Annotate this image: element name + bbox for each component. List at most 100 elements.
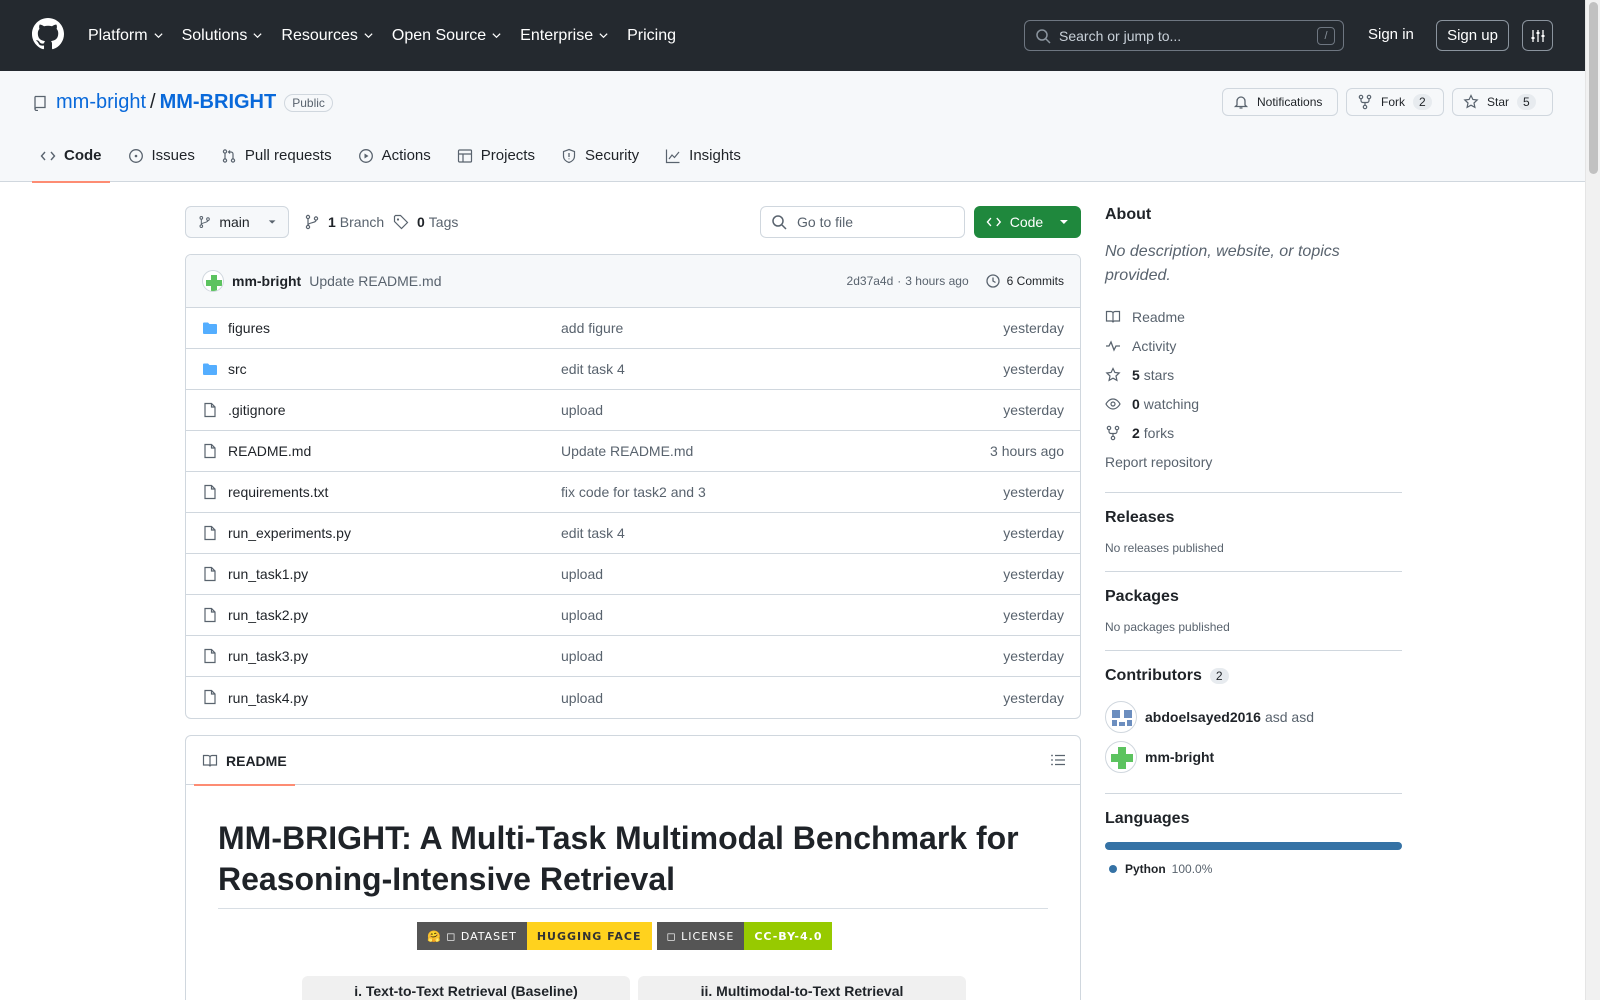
file-commit-message-link[interactable]: upload — [561, 607, 603, 623]
sign-in-link[interactable]: Sign in — [1368, 26, 1414, 43]
fork-button[interactable]: Fork 2 — [1346, 88, 1444, 116]
contributors-heading[interactable]: Contributors 2 — [1105, 667, 1402, 685]
commit-meta: 2d37a4d · 3 hours ago 6 Commits — [847, 273, 1064, 289]
github-logo-icon[interactable] — [32, 18, 64, 50]
go-to-file-input[interactable]: Go to file — [760, 206, 965, 238]
license-badge-value: CC-BY-4.0 — [744, 922, 833, 950]
commit-hash-link[interactable]: 2d37a4d — [847, 274, 894, 288]
file-name-link[interactable]: figures — [228, 320, 270, 336]
file-commit-time: yesterday — [1003, 566, 1064, 582]
file-row[interactable]: run_experiments.py edit task 4 yesterday — [186, 513, 1080, 554]
sign-up-button[interactable]: Sign up — [1436, 20, 1509, 51]
file-commit-message-link[interactable]: Update README.md — [561, 443, 693, 459]
releases-heading[interactable]: Releases — [1105, 509, 1402, 527]
tab-insights[interactable]: Insights — [657, 129, 749, 182]
file-commit-message-link[interactable]: edit task 4 — [561, 361, 625, 377]
nav-pricing[interactable]: Pricing — [627, 27, 676, 45]
tab-actions[interactable]: Actions — [350, 129, 439, 182]
file-row[interactable]: run_task1.py upload yesterday — [186, 554, 1080, 595]
file-row[interactable]: requirements.txt fix code for task2 and 3… — [186, 472, 1080, 513]
tab-security-label: Security — [584, 147, 640, 164]
list-icon[interactable] — [1050, 752, 1066, 768]
dataset-badge[interactable]: 🤗 ◻ DATASET HUGGING FACE — [417, 922, 652, 950]
tags-link[interactable]: 0 Tags — [393, 214, 458, 230]
readme-link[interactable]: Readme — [1105, 302, 1402, 331]
branches-link[interactable]: 1 Branch — [304, 214, 384, 230]
file-name-link[interactable]: src — [228, 361, 247, 377]
file-commit-message-link[interactable]: upload — [561, 648, 603, 664]
tab-code[interactable]: Code — [32, 129, 110, 183]
watching-link[interactable]: 0 watching — [1105, 389, 1402, 418]
file-commit-message-link[interactable]: add figure — [561, 320, 623, 336]
readme-header: README — [186, 736, 1080, 786]
commit-author-link[interactable]: mm-bright — [232, 273, 301, 289]
file-name-link[interactable]: run_task4.py — [228, 690, 308, 706]
search-icon — [1036, 28, 1051, 44]
file-name-link[interactable]: README.md — [228, 443, 311, 459]
avatar[interactable] — [1105, 741, 1137, 773]
file-row[interactable]: figures add figure yesterday — [186, 308, 1080, 349]
readme-tab[interactable]: README — [194, 736, 295, 786]
file-row[interactable]: run_task3.py upload yesterday — [186, 636, 1080, 677]
nav-enterprise[interactable]: Enterprise — [520, 27, 609, 45]
commits-history-link[interactable]: 6 Commits — [985, 273, 1064, 289]
branch-selector[interactable]: main — [185, 206, 289, 238]
license-badge[interactable]: ◻ LICENSE CC-BY-4.0 — [656, 922, 833, 950]
stars-link[interactable]: 5 stars — [1105, 360, 1402, 389]
file-browser: mm-bright Update README.md 2d37a4d · 3 h… — [185, 254, 1081, 719]
notifications-button[interactable]: Notifications — [1222, 88, 1338, 116]
tab-projects[interactable]: Projects — [449, 129, 543, 182]
global-search-input[interactable]: Search or jump to... / — [1024, 20, 1344, 51]
nav-platform-label: Platform — [88, 26, 148, 44]
avatar[interactable] — [202, 270, 224, 292]
repo-owner-link[interactable]: mm-bright — [56, 91, 146, 114]
contributor-item[interactable]: abdoelsayed2016 asd asd — [1105, 697, 1402, 737]
file-commit-message-link[interactable]: upload — [561, 690, 603, 706]
commits-count-label: 6 Commits — [1006, 274, 1064, 288]
nav-resources[interactable]: Resources — [281, 27, 373, 45]
star-button[interactable]: Star 5 — [1452, 88, 1553, 116]
file-icon — [204, 607, 216, 623]
avatar[interactable] — [1105, 701, 1137, 733]
repo-path-separator: / — [150, 91, 156, 113]
file-commit-message-link[interactable]: upload — [561, 402, 603, 418]
activity-link[interactable]: Activity — [1105, 331, 1402, 360]
file-row[interactable]: src edit task 4 yesterday — [186, 349, 1080, 390]
language-item[interactable]: Python 100.0% — [1105, 862, 1402, 876]
forks-link[interactable]: 2 forks — [1105, 418, 1402, 447]
repo-name-link[interactable]: MM-BRIGHT — [160, 91, 277, 114]
file-commit-time: yesterday — [1003, 648, 1064, 664]
tags-count: 0 — [417, 214, 425, 230]
tab-pull-requests[interactable]: Pull requests — [213, 129, 340, 182]
chevron-down-icon — [599, 33, 608, 39]
settings-sliders-icon — [1531, 29, 1544, 42]
nav-solutions[interactable]: Solutions — [182, 27, 264, 45]
file-name-link[interactable]: run_task1.py — [228, 566, 308, 582]
file-row[interactable]: .gitignore upload yesterday — [186, 390, 1080, 431]
commit-message-link[interactable]: Update README.md — [309, 273, 441, 289]
report-repository-link[interactable]: Report repository — [1105, 447, 1402, 476]
file-commit-time: yesterday — [1003, 525, 1064, 541]
packages-heading[interactable]: Packages — [1105, 588, 1402, 606]
scrollbar-thumb[interactable] — [1589, 2, 1598, 174]
file-row[interactable]: README.md Update README.md 3 hours ago — [186, 431, 1080, 472]
tab-security[interactable]: Security — [553, 129, 647, 182]
page-scrollbar[interactable] — [1585, 0, 1600, 1000]
file-row[interactable]: run_task2.py upload yesterday — [186, 595, 1080, 636]
nav-platform[interactable]: Platform — [88, 27, 164, 45]
file-name-link[interactable]: run_task2.py — [228, 607, 308, 623]
nav-open-source[interactable]: Open Source — [392, 27, 502, 45]
menu-button[interactable] — [1522, 20, 1553, 51]
file-commit-message-link[interactable]: fix code for task2 and 3 — [561, 484, 706, 500]
code-dropdown-button[interactable]: Code — [974, 206, 1081, 238]
file-name-link[interactable]: requirements.txt — [228, 484, 328, 500]
file-name-link[interactable]: run_experiments.py — [228, 525, 351, 541]
divider — [1105, 492, 1402, 493]
file-commit-message-link[interactable]: upload — [561, 566, 603, 582]
file-name-link[interactable]: run_task3.py — [228, 648, 308, 664]
file-row[interactable]: run_task4.py upload yesterday — [186, 677, 1080, 718]
file-commit-message-link[interactable]: edit task 4 — [561, 525, 625, 541]
tab-issues[interactable]: Issues — [120, 129, 203, 182]
contributor-item[interactable]: mm-bright — [1105, 737, 1402, 777]
file-name-link[interactable]: .gitignore — [228, 402, 286, 418]
